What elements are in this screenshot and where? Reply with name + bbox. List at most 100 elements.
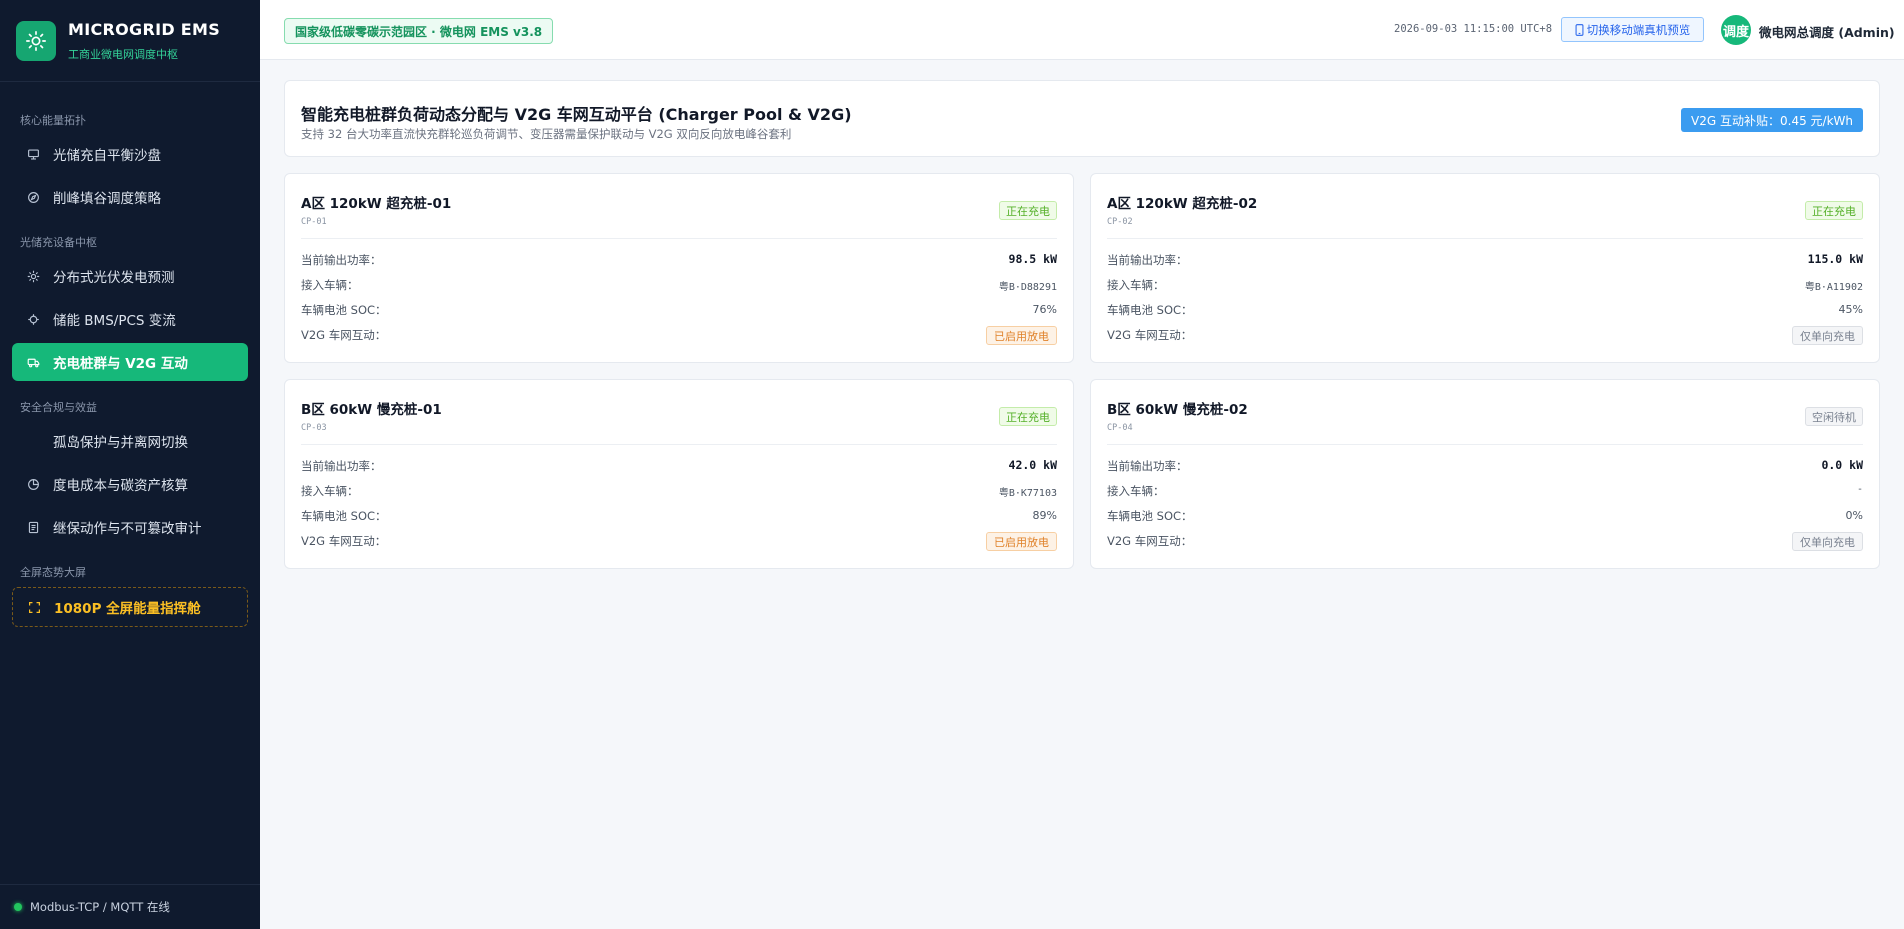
- charger-name: B区 60kW 慢充桩-01: [301, 402, 442, 418]
- output-power-value: 98.5 kW: [1008, 252, 1057, 266]
- output-power-value: 0.0 kW: [1821, 458, 1863, 472]
- online-status-dot-icon: [14, 903, 22, 911]
- v2g-status-badge: 已启用放电: [986, 326, 1057, 345]
- charger-card[interactable]: B区 60kW 慢充桩-02 CP-04 空闲待机 当前输出功率： 0.0 kW…: [1090, 379, 1880, 569]
- charger-name: A区 120kW 超充桩-01: [301, 196, 452, 212]
- card-divider: [301, 444, 1057, 445]
- soc-label: 车辆电池 SOC：: [301, 509, 387, 523]
- charger-card[interactable]: A区 120kW 超充桩-02 CP-02 正在充电 当前输出功率： 115.0…: [1090, 173, 1880, 363]
- v2g-label: V2G 车网互动：: [301, 534, 387, 548]
- connection-status-text: Modbus-TCP / MQTT 在线: [30, 900, 170, 914]
- sidebar-item-island-protection[interactable]: 孤岛保护与并离网切换: [12, 422, 248, 460]
- sidebar-item-pv-forecast[interactable]: 分布式光伏发电预测: [12, 257, 248, 295]
- vehicle-label: 接入车辆：: [301, 484, 359, 498]
- charger-id: CP-02: [1107, 217, 1133, 227]
- v2g-label: V2G 车网互动：: [1107, 534, 1193, 548]
- output-power-value: 115.0 kW: [1807, 252, 1863, 266]
- sidebar-item-carbon-accounting[interactable]: 度电成本与碳资产核算: [12, 465, 248, 503]
- nav-group-label: 光储充设备中枢: [20, 236, 97, 249]
- sidebar: MICROGRID EMS 工商业微电网调度中枢 核心能量拓扑 光储充自平衡沙盘…: [0, 0, 260, 929]
- power-label: 当前输出功率：: [301, 459, 382, 473]
- mobile-preview-label: 切换移动端真机预览: [1586, 22, 1691, 37]
- avatar[interactable]: 调度: [1721, 15, 1751, 45]
- site-badge: 国家级低碳零碳示范园区 · 微电网 EMS v3.8: [284, 18, 554, 44]
- power-label: 当前输出功率：: [1107, 253, 1188, 267]
- v2g-status-badge: 仅单向充电: [1792, 532, 1863, 551]
- v2g-label: V2G 车网互动：: [1107, 328, 1193, 342]
- card-divider: [1107, 238, 1863, 239]
- nav-group-label: 核心能量拓扑: [20, 114, 86, 127]
- page-subtitle: 支持 32 台大功率直流快充群轮巡负荷调节、变压器需量保护联动与 V2G 双向反…: [301, 127, 792, 141]
- soc-label: 车辆电池 SOC：: [1107, 303, 1193, 317]
- sun-logo-icon: [16, 21, 56, 61]
- pie-icon: [26, 477, 40, 491]
- power-label: 当前输出功率：: [301, 253, 382, 267]
- sidebar-item-label: 孤岛保护与并离网切换: [53, 435, 188, 451]
- sidebar-item-label: 继保动作与不可篡改审计: [53, 521, 202, 537]
- sidebar-item-balance-sandbox[interactable]: 光储充自平衡沙盘: [12, 135, 248, 173]
- sidebar-item-label: 储能 BMS/PCS 变流: [53, 313, 176, 329]
- brand: MICROGRID EMS 工商业微电网调度中枢: [0, 0, 260, 82]
- vehicle-label: 接入车辆：: [301, 278, 359, 292]
- v2g-status-badge: 仅单向充电: [1792, 326, 1863, 345]
- vehicle-label: 接入车辆：: [1107, 484, 1165, 498]
- charger-status-badge: 空闲待机: [1805, 407, 1863, 426]
- sidebar-item-label: 1080P 全屏能量指挥舱: [54, 601, 201, 617]
- page-title-panel: 智能充电桩群负荷动态分配与 V2G 车网互动平台 (Charger Pool &…: [284, 80, 1880, 157]
- vehicle-plate-value: 粤B·D88291: [998, 282, 1057, 293]
- sun-icon: [26, 269, 40, 283]
- soc-label: 车辆电池 SOC：: [301, 303, 387, 317]
- vehicle-plate-value: -: [1856, 484, 1863, 495]
- sidebar-item-label: 光储充自平衡沙盘: [53, 148, 161, 164]
- nav-group-label: 全屏态势大屏: [20, 566, 86, 579]
- compass-icon: [26, 190, 40, 204]
- connection-status: Modbus-TCP / MQTT 在线: [0, 884, 260, 929]
- charger-status-badge: 正在充电: [1805, 201, 1863, 220]
- charger-status-badge: 正在充电: [999, 407, 1057, 426]
- sidebar-item-label: 度电成本与碳资产核算: [53, 478, 188, 494]
- charger-card[interactable]: B区 60kW 慢充桩-01 CP-03 正在充电 当前输出功率： 42.0 k…: [284, 379, 1074, 569]
- charger-status-badge: 正在充电: [999, 201, 1057, 220]
- top-header: 国家级低碳零碳示范园区 · 微电网 EMS v3.8 2026-09-03 11…: [260, 0, 1904, 60]
- sidebar-item-label: 削峰填谷调度策略: [53, 191, 161, 207]
- charger-name: B区 60kW 慢充桩-02: [1107, 402, 1248, 418]
- sidebar-item-bms-pcs[interactable]: 储能 BMS/PCS 变流: [12, 300, 248, 338]
- mobile-preview-button[interactable]: 切换移动端真机预览: [1561, 17, 1704, 42]
- mobile-phone-icon: [1575, 23, 1584, 36]
- battery-soc-value: 89%: [1032, 509, 1057, 522]
- output-power-value: 42.0 kW: [1008, 458, 1057, 472]
- charger-name: A区 120kW 超充桩-02: [1107, 196, 1258, 212]
- page-title: 智能充电桩群负荷动态分配与 V2G 车网互动平台 (Charger Pool &…: [301, 105, 852, 124]
- power-label: 当前输出功率：: [1107, 459, 1188, 473]
- vehicle-plate-value: 粤B·A11902: [1804, 282, 1863, 293]
- charger-card[interactable]: A区 120kW 超充桩-01 CP-01 正在充电 当前输出功率： 98.5 …: [284, 173, 1074, 363]
- battery-soc-value: 0%: [1845, 509, 1863, 522]
- sidebar-item-audit[interactable]: 继保动作与不可篡改审计: [12, 508, 248, 546]
- vehicle-icon: [26, 355, 40, 369]
- user-name[interactable]: 微电网总调度 (Admin): [1759, 22, 1895, 41]
- v2g-label: V2G 车网互动：: [301, 328, 387, 342]
- document-icon: [26, 520, 40, 534]
- card-divider: [301, 238, 1057, 239]
- sidebar-item-peak-shaving[interactable]: 削峰填谷调度策略: [12, 178, 248, 216]
- brand-subtitle: 工商业微电网调度中枢: [68, 48, 178, 61]
- fullscreen-icon: [27, 600, 41, 614]
- charger-id: CP-01: [301, 217, 327, 227]
- vehicle-plate-value: 粤B·K77103: [998, 488, 1057, 499]
- battery-soc-value: 76%: [1032, 303, 1057, 316]
- charger-id: CP-03: [301, 423, 327, 433]
- sidebar-item-charger-v2g[interactable]: 充电桩群与 V2G 互动: [12, 343, 248, 381]
- battery-soc-value: 45%: [1838, 303, 1863, 316]
- charger-id: CP-04: [1107, 423, 1133, 433]
- monitor-icon: [26, 147, 40, 161]
- sidebar-item-label: 分布式光伏发电预测: [53, 270, 175, 286]
- soc-label: 车辆电池 SOC：: [1107, 509, 1193, 523]
- sidebar-item-label: 充电桩群与 V2G 互动: [53, 356, 188, 372]
- v2g-status-badge: 已启用放电: [986, 532, 1057, 551]
- brand-title: MICROGRID EMS: [68, 20, 221, 39]
- v2g-subsidy-badge: V2G 互动补贴：0.45 元/kWh: [1681, 108, 1863, 132]
- vehicle-label: 接入车辆：: [1107, 278, 1165, 292]
- nav-group-label: 安全合规与效益: [20, 401, 97, 414]
- chip-icon: [26, 312, 40, 326]
- sidebar-item-fullscreen-cockpit[interactable]: 1080P 全屏能量指挥舱: [12, 587, 248, 627]
